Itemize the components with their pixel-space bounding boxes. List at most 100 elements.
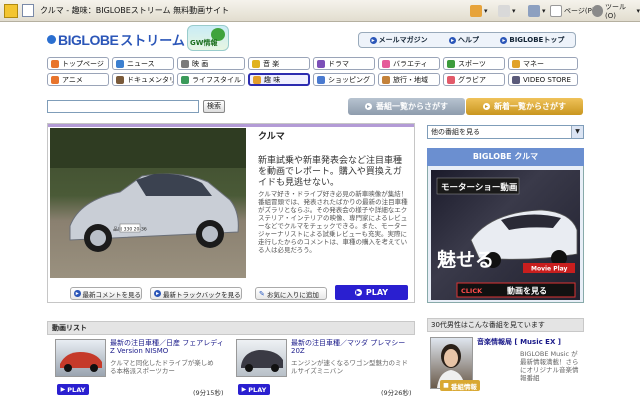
video-desc: クルマと同化したドライブが楽しめる本格派スポーツカー bbox=[110, 359, 214, 375]
play-icon: ▶ bbox=[354, 289, 362, 296]
nav-item-label: スポーツ bbox=[458, 59, 486, 68]
nav-item[interactable]: アニメ bbox=[47, 73, 109, 86]
recommend-title[interactable]: 音楽情報局 [ Music EX ] bbox=[477, 338, 583, 346]
video-thumb[interactable] bbox=[55, 339, 106, 377]
nav-item-label: VIDEO STORE bbox=[523, 75, 571, 84]
video-title[interactable]: 最新の注目車種／日産 フェアレディZ Version NISMO bbox=[110, 339, 225, 355]
video-play-button[interactable]: ▶ PLAY bbox=[57, 384, 89, 395]
feature-top-rule bbox=[48, 124, 414, 127]
recommend-info-button[interactable]: ■ 番組情報 bbox=[440, 380, 480, 391]
category-icon bbox=[181, 75, 189, 84]
circle-arrow-icon: ▸ bbox=[500, 36, 508, 44]
header-links: ▸ メールマガジン ▸ ヘルプ ▸ BIGLOBEトップ bbox=[358, 32, 576, 48]
category-icon bbox=[116, 75, 124, 84]
search-input[interactable] bbox=[47, 100, 199, 113]
category-icon bbox=[447, 75, 455, 84]
button-label: 番組情報 bbox=[450, 382, 477, 391]
video-thumb[interactable] bbox=[236, 339, 287, 377]
print-button[interactable]: ▾ bbox=[528, 3, 546, 19]
nav-item[interactable]: 旅行・地域 bbox=[378, 73, 440, 86]
recommend-header: 30代男性はこんな番組を見ています bbox=[427, 318, 584, 332]
nav-item[interactable]: スポーツ bbox=[443, 57, 505, 70]
gw-info-badge[interactable]: GW情報 bbox=[187, 25, 229, 51]
nav-item[interactable]: 趣 味 bbox=[248, 73, 310, 86]
nav-item-label: 趣 味 bbox=[264, 75, 281, 84]
nav-item-label: ドラマ bbox=[328, 59, 349, 68]
tools-menu[interactable]: ツール(O) ▾ bbox=[592, 3, 640, 20]
circle-arrow-icon: ▸ bbox=[369, 36, 377, 44]
nav-item-label: トップページ bbox=[62, 59, 104, 68]
category-icon bbox=[382, 75, 390, 84]
logo-sub: ストリーム bbox=[120, 33, 185, 48]
favorites-star-icon[interactable] bbox=[4, 4, 18, 18]
category-icon bbox=[252, 59, 260, 68]
new-list-label: 新着一覧からさがす bbox=[494, 102, 566, 111]
logo-text: BIGLOBE bbox=[58, 31, 119, 48]
nav-item[interactable]: ドラマ bbox=[313, 57, 375, 70]
program-list-button[interactable]: ▸ 番組一覧からさがす bbox=[348, 98, 465, 115]
category-icon bbox=[382, 59, 390, 68]
page-icon bbox=[550, 5, 562, 17]
category-icon bbox=[447, 59, 455, 68]
circle-arrow-icon: ▸ bbox=[154, 290, 161, 297]
link-label: BIGLOBEトップ bbox=[509, 36, 565, 44]
feature-lead: 新車試乗や新車発表会など注目車種を動画でレポート。購入や買換えガイドも見逃せない… bbox=[258, 156, 403, 188]
nav-item[interactable]: ライフスタイル bbox=[177, 73, 245, 86]
play-icon: ▶ bbox=[241, 386, 247, 393]
nav-item[interactable]: 音 楽 bbox=[248, 57, 310, 70]
category-icon bbox=[181, 59, 189, 68]
circle-arrow-icon: ▸ bbox=[449, 36, 457, 44]
browser-tab-title[interactable]: クルマ - 趣味：BIGLOBEストリーム 無料動画サイト bbox=[40, 5, 229, 16]
nav-item[interactable]: ショッピング bbox=[313, 73, 375, 86]
circle-arrow-icon: ▸ bbox=[365, 103, 372, 110]
nav-item[interactable]: ドキュメンタリー bbox=[112, 73, 174, 86]
gw-label: GW情報 bbox=[190, 39, 218, 47]
nav-item[interactable]: VIDEO STORE bbox=[508, 73, 578, 86]
tools-menu-label: ツール(O) bbox=[605, 3, 627, 20]
category-icon bbox=[512, 75, 520, 84]
car-photo-icon: 品川 330 20-36 bbox=[50, 128, 246, 252]
biglobe-top-link[interactable]: ▸ BIGLOBEトップ bbox=[500, 35, 564, 45]
svg-text:動画を見る: 動画を見る bbox=[507, 286, 547, 296]
chevron-down-icon: ▼ bbox=[571, 126, 583, 138]
feed-icon bbox=[498, 5, 510, 17]
select-value: 他の番組を見る bbox=[431, 128, 480, 136]
car-thumb-icon bbox=[60, 352, 102, 372]
nav-item-label: マネー bbox=[523, 59, 544, 68]
mail-magazine-link[interactable]: ▸ メールマガジン bbox=[369, 35, 428, 45]
feature-play-button[interactable]: ▶ PLAY bbox=[335, 285, 408, 300]
other-programs-select[interactable]: 他の番組を見る ▼ bbox=[427, 125, 584, 139]
list-item[interactable]: 最新の注目車種／日産 フェアレディZ Version NISMO クルマと同化し… bbox=[55, 339, 225, 397]
link-label: ヘルプ bbox=[458, 36, 480, 44]
site-logo[interactable]: BIGLOBE ストリーム bbox=[47, 30, 185, 49]
home-button[interactable]: ▾ bbox=[470, 3, 488, 19]
play-label: PLAY bbox=[248, 385, 267, 394]
category-icon bbox=[51, 59, 59, 68]
nav-item[interactable]: ニュース bbox=[112, 57, 174, 70]
list-item[interactable]: 最新の注目車種／マツダ プレマシー20Z エンジンが速くなるワゴン型魅力のミドル… bbox=[236, 339, 414, 397]
category-icon bbox=[317, 59, 325, 68]
nav-item[interactable]: 映 画 bbox=[177, 57, 245, 70]
feature-car-image[interactable]: 品川 330 20-36 bbox=[50, 128, 246, 278]
nav-item[interactable]: マネー bbox=[508, 57, 578, 70]
nav-item-label: グラビア bbox=[458, 75, 486, 84]
nav-item-label: 旅行・地域 bbox=[393, 75, 428, 84]
nav-item[interactable]: グラビア bbox=[443, 73, 505, 86]
nav-item[interactable]: トップページ bbox=[47, 57, 109, 70]
add-favorite-button[interactable]: ✎ お気に入りに追加 bbox=[255, 287, 327, 300]
video-play-button[interactable]: ▶ PLAY bbox=[238, 384, 270, 395]
car-thumb-icon bbox=[241, 350, 283, 372]
motor-show-banner[interactable]: モーターショー動画 魅せる Movie Play CLICK 動画を見る bbox=[431, 170, 580, 300]
feed-button[interactable]: ▾ bbox=[498, 3, 516, 19]
nav-item[interactable]: バラエティ bbox=[378, 57, 440, 70]
latest-comments-button[interactable]: ▸ 最新コメントを見る bbox=[70, 287, 142, 300]
latest-trackback-button[interactable]: ▸ 最新トラックバックを見る bbox=[150, 287, 242, 300]
button-label: 最新トラックバックを見る bbox=[163, 290, 241, 299]
search-button[interactable]: 検索 bbox=[203, 100, 225, 113]
new-list-button[interactable]: ▸ 新着一覧からさがす bbox=[466, 98, 583, 115]
svg-text:魅せる: 魅せる bbox=[437, 248, 494, 271]
play-label: PLAY bbox=[67, 385, 86, 394]
banner-art: モーターショー動画 魅せる Movie Play CLICK 動画を見る bbox=[436, 177, 578, 298]
help-link[interactable]: ▸ ヘルプ bbox=[449, 35, 479, 45]
video-title[interactable]: 最新の注目車種／マツダ プレマシー20Z bbox=[291, 339, 413, 355]
